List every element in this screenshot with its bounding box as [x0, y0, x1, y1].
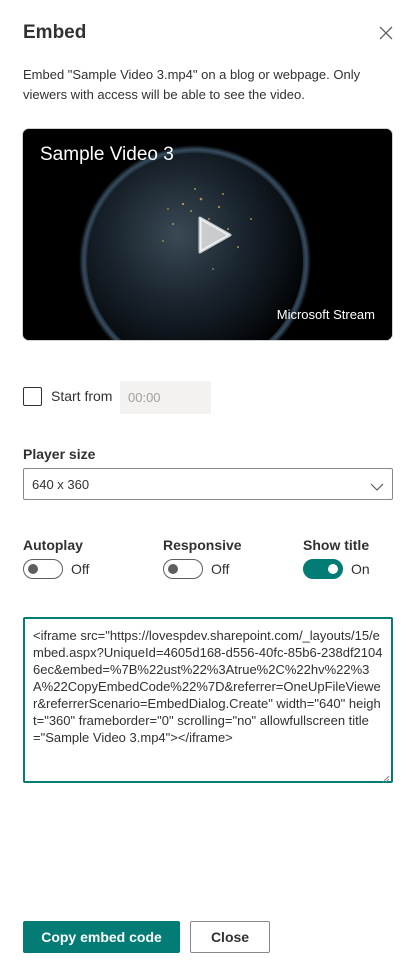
close-button[interactable]: Close: [190, 921, 270, 953]
show-title-state: On: [351, 561, 370, 577]
embed-code-textarea[interactable]: <iframe src="https://lovespdev.sharepoin…: [23, 617, 393, 783]
video-title: Sample Video 3: [40, 144, 174, 165]
resize-grip-icon[interactable]: [380, 770, 390, 788]
responsive-label: Responsive: [163, 537, 242, 553]
player-size-value: 640 x 360: [32, 477, 90, 492]
start-from-label: Start from: [51, 388, 113, 404]
toggle-knob: [168, 564, 178, 574]
autoplay-label: Autoplay: [23, 537, 83, 553]
close-icon[interactable]: [378, 25, 394, 41]
video-brand: Microsoft Stream: [276, 307, 375, 322]
show-title-label: Show title: [303, 537, 370, 553]
show-title-toggle[interactable]: [303, 559, 343, 579]
responsive-state: Off: [211, 561, 230, 577]
toggle-knob: [328, 564, 338, 574]
chevron-down-icon: [370, 479, 384, 497]
responsive-group: Responsive Off: [163, 537, 242, 579]
show-title-group: Show title On: [303, 537, 370, 579]
start-from-checkbox[interactable]: [23, 387, 42, 406]
start-time-input[interactable]: [120, 381, 211, 414]
video-preview[interactable]: Sample Video 3 Microsoft Stream: [23, 129, 392, 340]
player-size-label: Player size: [23, 446, 96, 462]
autoplay-group: Autoplay Off: [23, 537, 89, 579]
autoplay-state: Off: [71, 561, 90, 577]
autoplay-toggle[interactable]: [23, 559, 63, 579]
player-size-dropdown[interactable]: 640 x 360: [23, 468, 393, 500]
toggle-knob: [28, 564, 38, 574]
play-icon[interactable]: [196, 216, 232, 259]
responsive-toggle[interactable]: [163, 559, 203, 579]
copy-embed-code-button[interactable]: Copy embed code: [23, 921, 180, 953]
panel-description: Embed "Sample Video 3.mp4" on a blog or …: [23, 67, 361, 102]
panel-title: Embed: [23, 22, 87, 43]
